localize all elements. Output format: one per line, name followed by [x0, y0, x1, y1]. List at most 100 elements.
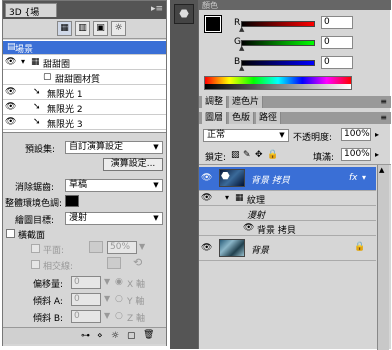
- fx-icon[interactable]: fx: [349, 173, 358, 183]
- scroll-up-icon[interactable]: ▲: [379, 166, 384, 174]
- visibility-eye-icon[interactable]: 👁: [201, 173, 212, 184]
- plane-color-swatch[interactable]: [89, 241, 103, 253]
- blue-value-field[interactable]: 0: [321, 56, 353, 69]
- chevron-down-icon: ▼: [153, 214, 159, 222]
- layer-row-background[interactable]: 👁 背景 🔒: [199, 237, 376, 261]
- material-filter-icon[interactable]: ▣: [93, 21, 108, 36]
- lock-transparent-icon[interactable]: ▨: [231, 150, 240, 160]
- intersect-color-swatch[interactable]: [107, 257, 121, 269]
- light-filter-icon[interactable]: ☼: [111, 21, 126, 36]
- new-icon[interactable]: ▢: [127, 331, 136, 341]
- expand-triangle-icon[interactable]: ▾: [21, 57, 25, 66]
- blend-mode-select[interactable]: 正常 ▼: [203, 129, 289, 142]
- slider-handle-icon[interactable]: ▲: [239, 25, 244, 33]
- dropdown-arrow-icon[interactable]: ▼: [104, 311, 110, 320]
- mesh-filter-icon[interactable]: ▥: [75, 21, 90, 36]
- layer-row-background-copy-sub[interactable]: 👁 背景 拷貝: [199, 222, 376, 236]
- plane-checkbox[interactable]: [31, 244, 40, 253]
- layers-tabstrip: 圖層 色版 路徑 ≡: [199, 112, 391, 124]
- tilt-a-label: 傾斜 A:: [33, 297, 63, 307]
- 3d-panel-footer: ⊶ ⋄ ☼ ▢ 🗑: [3, 327, 166, 344]
- red-value-field[interactable]: 0: [321, 16, 353, 29]
- layers-scrollbar[interactable]: ▲: [377, 165, 389, 350]
- paint-on-select[interactable]: 漫射 ▼: [65, 212, 163, 225]
- cross-section-checkbox[interactable]: [6, 229, 15, 238]
- dropdown-arrow-icon[interactable]: ▼: [104, 294, 110, 303]
- expand-triangle-icon[interactable]: ▾: [362, 173, 366, 182]
- y-axis-radio[interactable]: ○: [115, 294, 123, 304]
- visibility-eye-icon[interactable]: 👁: [5, 102, 16, 113]
- tab-masks[interactable]: 遮色片: [229, 96, 264, 108]
- expand-triangle-icon[interactable]: ▾: [225, 193, 229, 202]
- tilt-a-field[interactable]: 0: [71, 293, 101, 306]
- lock-position-icon[interactable]: ✥: [255, 150, 263, 160]
- tree-item-donut-material[interactable]: ▢ 甜甜圈材質: [3, 71, 166, 85]
- tree-item-light-2[interactable]: 👁 ➘ 無限光 2: [3, 101, 166, 115]
- toggle-ground-plane-icon[interactable]: ⊶: [81, 331, 90, 341]
- plane-opacity-field[interactable]: 50%: [107, 241, 137, 254]
- z-axis-radio[interactable]: ○: [115, 311, 123, 321]
- layer-row-background-copy[interactable]: 👁 ⬣ 背景 拷貝 fx ▾: [199, 167, 376, 191]
- visibility-eye-icon[interactable]: 👁: [5, 57, 16, 68]
- 3d-properties: 預設集: 自訂演算設定 ▼ 演算設定... 消除鋸齒: 草稿 ▼ 整體環境色調:…: [3, 134, 166, 346]
- slider-handle-icon[interactable]: ▲: [239, 64, 244, 72]
- texture-icon: ▦: [235, 193, 244, 203]
- fill-dropdown-icon[interactable]: ▸: [375, 150, 379, 159]
- green-slider[interactable]: [241, 40, 315, 46]
- visibility-eye-icon[interactable]: 👁: [201, 193, 212, 204]
- offset-field[interactable]: 0: [71, 276, 101, 289]
- light-toggle-icon[interactable]: ⋄: [97, 331, 103, 341]
- fill-field[interactable]: 100%: [341, 148, 371, 161]
- trash-icon[interactable]: 🗑: [143, 330, 154, 340]
- tree-item-donut[interactable]: 👁 ▾ ▦ 甜甜圈: [3, 56, 166, 70]
- layer-row-diffuse[interactable]: 漫射: [199, 207, 376, 221]
- panel-menu-icon[interactable]: ≡: [380, 113, 387, 122]
- tilt-b-field[interactable]: 0: [71, 310, 101, 323]
- tab-3d-scene[interactable]: 3D {場景}: [5, 3, 57, 31]
- color-ramp[interactable]: [204, 76, 352, 90]
- lock-icon: 🔒: [354, 242, 366, 252]
- flip-cross-section-icon[interactable]: ⟲: [133, 256, 142, 269]
- ambient-color-swatch[interactable]: [65, 195, 79, 207]
- tab-adjustments[interactable]: 調整: [202, 96, 228, 108]
- 3d-dock-icon[interactable]: ⬣: [174, 4, 194, 24]
- green-value-field[interactable]: 0: [321, 36, 353, 49]
- 3d-panel-toolbar: ▦ ▥ ▣ ☼: [3, 19, 166, 39]
- tree-item-light-1[interactable]: 👁 ➘ 無限光 1: [3, 86, 166, 100]
- antialias-select[interactable]: 草稿 ▼: [65, 179, 163, 192]
- lock-all-icon[interactable]: 🔒: [267, 150, 278, 160]
- x-axis-label: X 軸: [127, 280, 146, 290]
- tab-paths[interactable]: 路徑: [256, 112, 282, 124]
- blue-slider[interactable]: [241, 60, 315, 66]
- preset-select[interactable]: 自訂演算設定 ▼: [65, 141, 163, 154]
- dropdown-arrow-icon[interactable]: ▼: [139, 242, 145, 251]
- panel-menu-icon[interactable]: ≡: [380, 97, 387, 106]
- visibility-eye-icon[interactable]: 👁: [5, 117, 16, 128]
- tab-channels[interactable]: 色版: [229, 112, 255, 124]
- visibility-eye-icon[interactable]: 👁: [243, 223, 254, 234]
- lock-image-icon[interactable]: ✎: [243, 150, 251, 160]
- adjust-tabstrip: 調整 遮色片 ≡: [199, 96, 391, 108]
- tab-color[interactable]: 顏色: [202, 0, 218, 11]
- tab-layers[interactable]: 圖層: [202, 112, 228, 124]
- fill-label: 填滿:: [313, 153, 335, 163]
- panel-menu-icon[interactable]: ▸≡: [151, 4, 163, 14]
- slider-handle-icon[interactable]: ▲: [239, 44, 244, 52]
- visibility-eye-icon[interactable]: 👁: [201, 243, 212, 254]
- visibility-eye-icon[interactable]: 👁: [5, 87, 16, 98]
- opacity-field[interactable]: 100%: [341, 128, 371, 141]
- opacity-dropdown-icon[interactable]: ▸: [375, 130, 379, 139]
- intersect-checkbox[interactable]: [31, 260, 40, 269]
- material-icon: ▢: [43, 72, 52, 82]
- x-axis-radio[interactable]: ◉: [115, 277, 123, 287]
- tree-item-scene[interactable]: ▤ 場景: [3, 41, 166, 55]
- tree-item-label: 甜甜圈材質: [55, 75, 101, 85]
- red-slider[interactable]: [241, 21, 315, 27]
- tree-item-light-3[interactable]: 👁 ➘ 無限光 3: [3, 116, 166, 130]
- scene-filter-icon[interactable]: ▦: [57, 21, 72, 36]
- new-light-icon[interactable]: ☼: [111, 331, 119, 341]
- foreground-color-swatch[interactable]: [204, 15, 222, 33]
- layer-row-texture[interactable]: 👁 ▾ ▦ 紋理: [199, 192, 376, 206]
- dropdown-arrow-icon[interactable]: ▼: [104, 277, 110, 286]
- render-settings-button[interactable]: 演算設定...: [103, 158, 163, 171]
